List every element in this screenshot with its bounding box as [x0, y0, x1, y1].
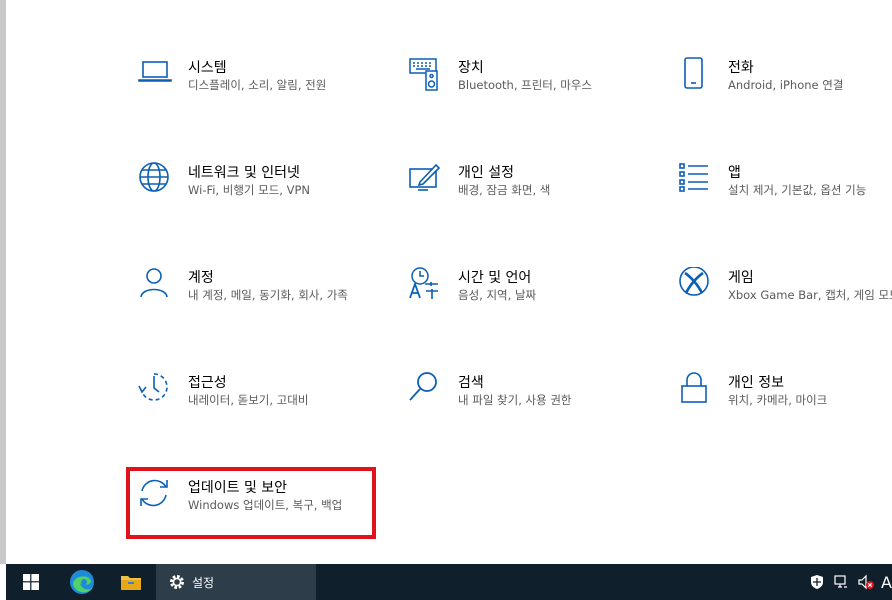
magnifier-icon	[408, 372, 444, 408]
tile-apps[interactable]: 앱 설치 제거, 기본값, 옵션 기능	[678, 162, 892, 242]
clock-language-icon	[408, 267, 444, 303]
tile-accounts[interactable]: 계정 내 계정, 메일, 동기화, 회사, 가족	[138, 267, 388, 347]
tile-title: 검색	[458, 375, 484, 391]
lock-icon	[678, 372, 714, 408]
input-indicator[interactable]: A	[881, 573, 892, 592]
tile-description: 디스플레이, 소리, 알림, 전원	[188, 78, 327, 92]
taskbar-settings-label: 설정	[192, 575, 215, 590]
file-explorer-button[interactable]	[114, 564, 148, 600]
tile-title: 네트워크 및 인터넷	[188, 165, 300, 181]
tile-system[interactable]: 시스템 디스플레이, 소리, 알림, 전원	[138, 57, 388, 137]
window-left-border	[0, 0, 6, 564]
tile-title: 전화	[728, 60, 754, 76]
tile-description: Windows 업데이트, 복구, 백업	[188, 498, 343, 512]
laptop-icon	[138, 57, 174, 93]
tile-gaming[interactable]: 게임 Xbox Game Bar, 캡처, 게임 모드	[678, 267, 892, 347]
tile-title: 장치	[458, 60, 484, 76]
tile-description: 설치 제거, 기본값, 옵션 기능	[728, 183, 867, 197]
tile-search[interactable]: 검색 내 파일 찾기, 사용 권한	[408, 372, 658, 452]
tile-description: 배경, 잠금 화면, 색	[458, 183, 551, 197]
tile-phone[interactable]: 전화 Android, iPhone 연결	[678, 57, 892, 137]
app-list-icon	[678, 162, 714, 198]
keyboard-speaker-icon	[408, 57, 444, 93]
ease-of-access-icon	[138, 372, 174, 408]
taskbar: 설정 A	[6, 564, 892, 600]
taskbar-settings-app[interactable]: 설정	[156, 564, 316, 600]
tile-title: 게임	[728, 270, 754, 286]
person-icon	[138, 267, 174, 303]
edge-browser-button[interactable]	[64, 564, 100, 600]
security-shield-icon[interactable]	[809, 574, 825, 590]
tile-description: 내 파일 찾기, 사용 권한	[458, 393, 572, 407]
network-icon[interactable]	[833, 574, 849, 590]
tile-ease-of-access[interactable]: 접근성 내레이터, 돋보기, 고대비	[138, 372, 388, 452]
tile-title: 접근성	[188, 375, 227, 391]
tile-title: 개인 정보	[728, 375, 784, 391]
tile-title: 업데이트 및 보안	[188, 480, 288, 496]
gear-icon	[170, 575, 184, 589]
tile-update-security[interactable]: 업데이트 및 보안 Windows 업데이트, 복구, 백업	[126, 467, 388, 557]
tile-description: Bluetooth, 프린터, 마우스	[458, 78, 592, 92]
phone-icon	[678, 57, 714, 93]
tile-title: 계정	[188, 270, 214, 286]
tile-title: 개인 설정	[458, 165, 514, 181]
windows-logo-icon	[23, 574, 39, 590]
tile-personalization[interactable]: 개인 설정 배경, 잠금 화면, 색	[408, 162, 658, 242]
tile-title: 앱	[728, 165, 741, 181]
start-button[interactable]	[14, 564, 48, 600]
tile-network[interactable]: 네트워크 및 인터넷 Wi-Fi, 비행기 모드, VPN	[138, 162, 388, 242]
pen-display-icon	[408, 162, 444, 198]
tile-title: 시간 및 언어	[458, 270, 532, 286]
edge-icon	[70, 570, 94, 594]
tile-devices[interactable]: 장치 Bluetooth, 프린터, 마우스	[408, 57, 658, 137]
sync-icon	[138, 477, 174, 513]
tile-privacy[interactable]: 개인 정보 위치, 카메라, 마이크	[678, 372, 892, 452]
tile-time-language[interactable]: 시간 및 언어 음성, 지역, 날짜	[408, 267, 658, 347]
tile-description: Wi-Fi, 비행기 모드, VPN	[188, 183, 311, 197]
xbox-icon	[678, 267, 714, 303]
tile-description: 위치, 카메라, 마이크	[728, 393, 828, 407]
tile-description: 내레이터, 돋보기, 고대비	[188, 393, 309, 407]
tile-description: 음성, 지역, 날짜	[458, 288, 537, 302]
volume-muted-icon[interactable]	[857, 574, 875, 590]
tile-title: 시스템	[188, 60, 227, 76]
tile-description: Xbox Game Bar, 캡처, 게임 모드	[728, 288, 892, 302]
tile-description: 내 계정, 메일, 동기화, 회사, 가족	[188, 288, 348, 302]
system-tray: A	[809, 564, 892, 600]
globe-icon	[138, 162, 174, 198]
folder-icon	[121, 576, 141, 590]
tile-description: Android, iPhone 연결	[728, 78, 844, 92]
